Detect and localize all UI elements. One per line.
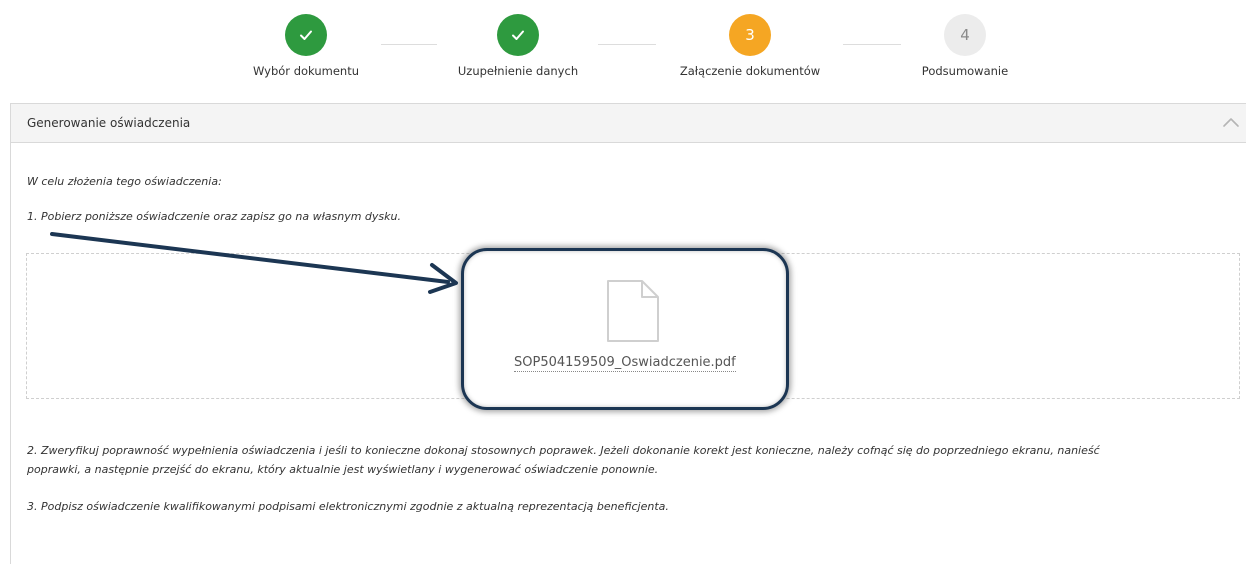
panel-header[interactable]: Generowanie oświadczenia (11, 104, 1246, 143)
step-connector (843, 44, 901, 45)
step-4-label: Podsumowanie (921, 64, 1009, 78)
step-1-label: Wybór dokumentu (253, 64, 359, 78)
step-3-label: Załączenie dokumentów (679, 64, 821, 78)
step-connector (598, 44, 656, 45)
panel-title: Generowanie oświadczenia (27, 116, 191, 130)
instruction-step-1: 1. Pobierz poniższe oświadczenie oraz za… (27, 210, 401, 223)
download-file-link[interactable]: SOP504159509_Oswiadczenie.pdf (514, 355, 736, 372)
instruction-step-2-line-2: poprawki, a następnie przejść do ekranu,… (27, 463, 659, 476)
instructions-intro: W celu złożenia tego oświadczenia: (27, 175, 222, 188)
step-2-completed-circle (497, 14, 539, 56)
check-icon (512, 30, 524, 40)
step-connector (381, 44, 437, 45)
step-1-completed-circle (285, 14, 327, 56)
check-icon (300, 30, 312, 40)
step-3-current-circle: 3 (729, 14, 771, 56)
progress-stepper: Wybór dokumentu Uzupełnienie danych 3 Za… (0, 0, 1246, 100)
instruction-step-3: 3. Podpisz oświadczenie kwalifikowanymi … (27, 500, 669, 513)
step-2-label: Uzupełnienie danych (457, 64, 579, 78)
instruction-step-2-line-1: 2. Zweryfikuj poprawność wypełnienia ośw… (27, 444, 1100, 457)
step-4-pending-circle: 4 (944, 14, 986, 56)
chevron-up-icon[interactable] (1221, 113, 1241, 133)
file-icon[interactable] (606, 279, 660, 343)
